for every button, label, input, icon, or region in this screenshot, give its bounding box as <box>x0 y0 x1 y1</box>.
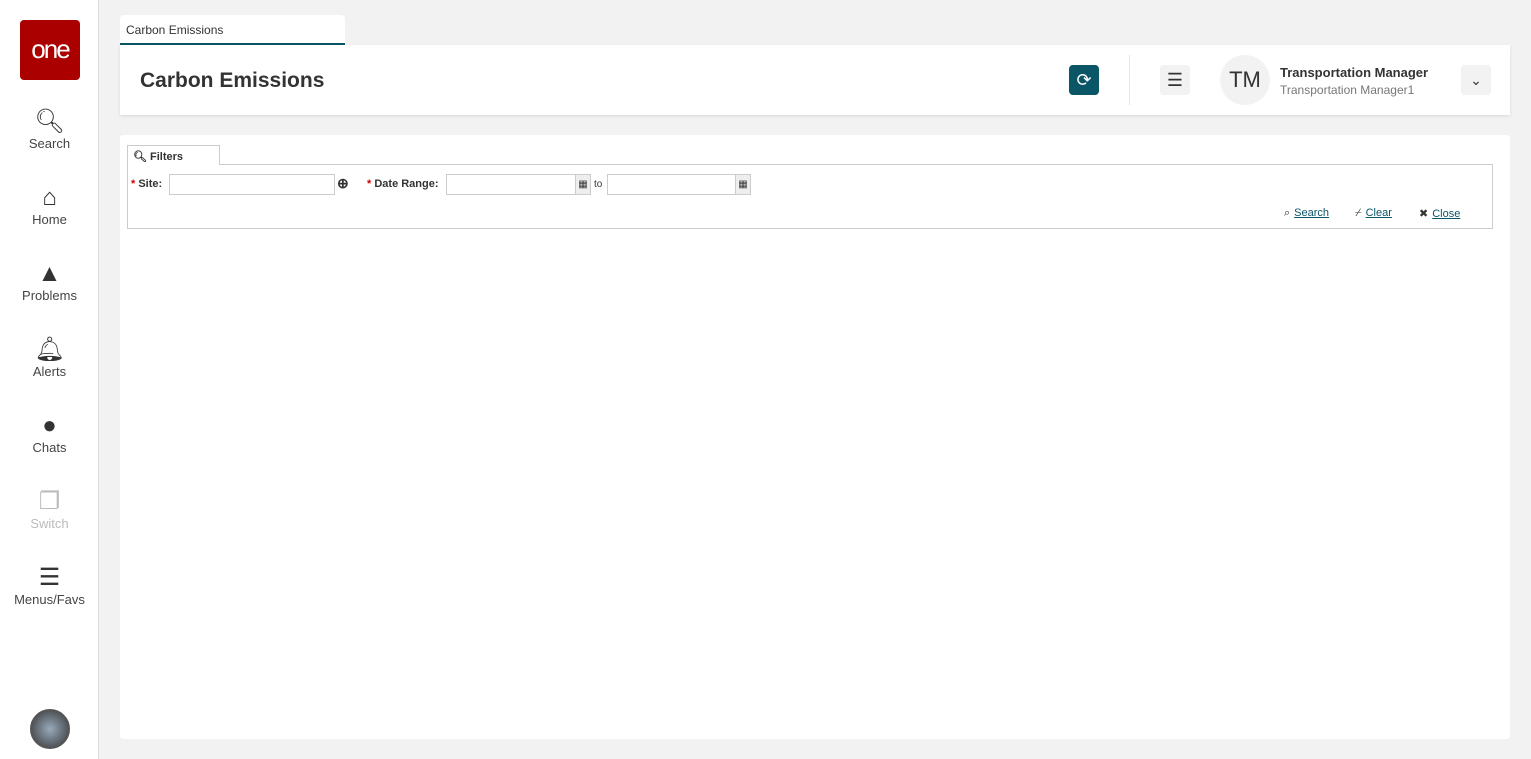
user-name: Transportation Manager <box>1280 65 1429 80</box>
chevron-down-icon: ⌄ <box>1470 72 1482 88</box>
sidebar-item-label: Switch <box>30 516 69 531</box>
tab-carbon-emissions[interactable]: Carbon Emissions <box>120 15 345 45</box>
sidebar-item-home[interactable]: ⌂ Home <box>0 184 99 227</box>
assistant-avatar[interactable] <box>30 709 70 749</box>
site-lookup-icon[interactable]: ⊕ <box>337 175 349 192</box>
date-from-input[interactable] <box>446 174 576 195</box>
menu-icon: ☰ <box>1166 70 1184 90</box>
to-label: to <box>594 179 603 190</box>
user-avatar[interactable]: TM <box>1220 55 1270 105</box>
date-to-input[interactable] <box>607 174 736 195</box>
user-dropdown-button[interactable]: ⌄ <box>1461 65 1491 95</box>
home-icon: ⌂ <box>42 184 57 211</box>
logo[interactable]: one <box>20 20 80 80</box>
search-icon: 🔍︎ <box>133 151 147 163</box>
user-role: Transportation Manager1 <box>1280 83 1415 97</box>
search-link[interactable]: ⌕ Search <box>1284 207 1329 220</box>
divider <box>1129 55 1130 105</box>
switch-icon: ❐ <box>38 488 61 515</box>
filters-tab-label: Filters <box>150 151 184 163</box>
page-header: Carbon Emissions ⟳ ☰ TM Transportation M… <box>120 45 1510 115</box>
warning-icon: ▲ <box>37 260 62 287</box>
search-icon: 🔍︎ <box>34 108 65 135</box>
tab-label: Carbon Emissions <box>126 23 224 37</box>
close-icon: ✖ <box>1419 208 1429 220</box>
site-input[interactable] <box>169 174 335 195</box>
sidebar-item-menus-favs[interactable]: ☰ Menus/Favs <box>0 564 99 607</box>
close-link[interactable]: ✖ Close <box>1419 207 1460 220</box>
sidebar-item-problems[interactable]: ▲ Problems <box>0 260 99 303</box>
menu-icon: ☰ <box>38 564 61 591</box>
refresh-button[interactable]: ⟳ <box>1069 65 1099 95</box>
bell-icon: 🔔︎ <box>34 336 65 363</box>
content-panel: 🔍︎ Filters * Site: ⊕ * Date Range: ▦ to … <box>120 135 1510 739</box>
sidebar: one 🔍︎ Search ⌂ Home ▲ Problems 🔔︎ Alerts ● C… <box>0 0 99 759</box>
refresh-icon: ⟳ <box>1076 70 1092 90</box>
sidebar-item-alerts[interactable]: 🔔︎ Alerts <box>0 336 99 379</box>
sidebar-item-chats[interactable]: ● Chats <box>0 412 99 455</box>
sidebar-item-label: Chats <box>32 440 67 455</box>
broom-icon: ⌿ <box>1355 207 1362 219</box>
clear-link[interactable]: ⌿ Clear <box>1355 207 1392 220</box>
filters-tab[interactable]: 🔍︎ Filters <box>127 145 220 165</box>
calendar-icon[interactable]: ▦ <box>575 174 591 195</box>
chat-icon: ● <box>42 412 57 439</box>
sidebar-item-label: Menus/Favs <box>14 592 85 607</box>
calendar-icon[interactable]: ▦ <box>735 174 751 195</box>
sidebar-item-label: Search <box>28 136 71 151</box>
filters-panel: * Site: ⊕ * Date Range: ▦ to ▦ ⌕ Search ⌿… <box>127 164 1493 229</box>
sidebar-item-label: Alerts <box>32 364 67 379</box>
site-label: * Site: <box>131 178 163 190</box>
sidebar-item-label: Problems <box>22 288 77 303</box>
date-range-label: * Date Range: <box>367 178 439 190</box>
sidebar-item-search[interactable]: 🔍︎ Search <box>0 108 99 151</box>
sidebar-item-label: Home <box>32 212 67 227</box>
page-title: Carbon Emissions <box>140 69 325 92</box>
search-icon: ⌕ <box>1284 207 1291 219</box>
sidebar-item-switch[interactable]: ❐ Switch <box>0 488 99 531</box>
page-menu-button[interactable]: ☰ <box>1160 65 1190 95</box>
